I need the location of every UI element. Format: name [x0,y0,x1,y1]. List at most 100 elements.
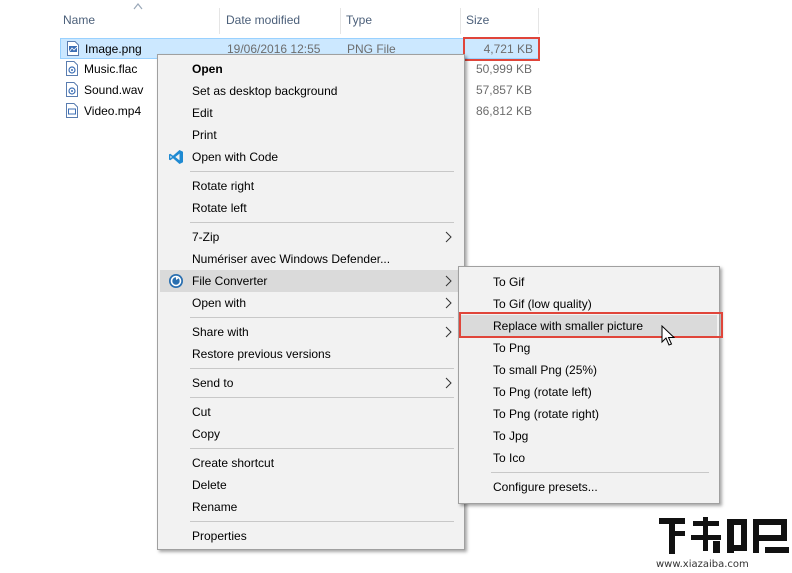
menu-separator [491,472,709,473]
menu-item-label: Open with [192,296,247,310]
submenu-item-to-jpg[interactable]: To Jpg [461,425,717,447]
menu-item-7zip[interactable]: 7-Zip [160,226,462,248]
watermark-url: www.xiazaiba.com [656,559,749,570]
audio-file-icon [66,61,78,76]
menu-item-label: To Jpg [493,429,529,443]
chevron-right-icon [445,231,452,243]
menu-item-windows-defender[interactable]: Numériser avec Windows Defender... [160,248,462,270]
menu-item-label: Rotate right [192,179,255,193]
file-name[interactable]: Video.mp4 [84,104,141,118]
file-size: 50,999 KB [475,62,532,76]
chevron-right-icon [445,377,452,389]
menu-item-share-with[interactable]: Share with [160,321,462,343]
watermark-logo [659,517,789,554]
menu-item-file-converter[interactable]: File Converter [160,270,462,292]
menu-item-label: Rename [192,500,238,514]
submenu-item-to-png-rotate-left[interactable]: To Png (rotate left) [461,381,717,403]
chevron-right-icon [445,297,452,309]
column-divider[interactable] [460,8,461,34]
video-file-icon [66,103,78,118]
menu-item-label: Edit [192,106,213,120]
menu-item-rotate-right[interactable]: Rotate right [160,175,462,197]
menu-item-label: File Converter [192,274,268,288]
vscode-icon [169,150,183,164]
menu-item-send-to[interactable]: Send to [160,372,462,394]
menu-item-label: To Ico [493,451,526,465]
menu-item-properties[interactable]: Properties [160,525,462,547]
menu-item-rename[interactable]: Rename [160,496,462,518]
menu-item-label: Numériser avec Windows Defender... [192,252,391,266]
menu-item-label: 7-Zip [192,230,220,244]
menu-item-set-desktop-background[interactable]: Set as desktop background [160,80,462,102]
menu-item-label: Open with Code [192,150,279,164]
submenu-highlight-box [459,312,723,338]
menu-item-delete[interactable]: Delete [160,474,462,496]
menu-item-label: Properties [192,529,247,543]
column-divider[interactable] [538,8,539,34]
menu-item-restore-previous-versions[interactable]: Restore previous versions [160,343,462,365]
column-type[interactable]: Type [346,12,372,34]
file-name[interactable]: Music.flac [84,62,137,76]
column-divider[interactable] [219,8,220,34]
submenu-item-to-png[interactable]: To Png [461,337,717,359]
chevron-right-icon [445,275,452,287]
column-divider[interactable] [340,8,341,34]
menu-separator [190,171,454,172]
file-name[interactable]: Image.png [85,42,142,56]
menu-item-copy[interactable]: Copy [160,423,462,445]
file-size: 57,857 KB [475,83,532,97]
menu-item-open[interactable]: Open [160,58,462,80]
menu-item-label: Create shortcut [192,456,275,470]
menu-item-label: Rotate left [192,201,247,215]
menu-item-label: Cut [192,405,211,419]
menu-separator [190,521,454,522]
menu-item-cut[interactable]: Cut [160,401,462,423]
menu-separator [190,397,454,398]
menu-separator [190,368,454,369]
menu-separator [190,222,454,223]
submenu-item-configure-presets[interactable]: Configure presets... [461,476,717,498]
menu-item-open-with-code[interactable]: Open with Code [160,146,462,168]
submenu-item-to-png-rotate-right[interactable]: To Png (rotate right) [461,403,717,425]
menu-separator [190,448,454,449]
menu-item-label: Send to [192,376,234,390]
menu-item-label: To Gif (low quality) [493,297,592,311]
column-size[interactable]: Size [466,12,489,34]
menu-item-open-with[interactable]: Open with [160,292,462,314]
menu-item-label: To Gif [493,275,525,289]
menu-item-print[interactable]: Print [160,124,462,146]
file-size: 86,812 KB [475,104,532,118]
menu-item-edit[interactable]: Edit [160,102,462,124]
menu-item-label: To Png [493,341,531,355]
menu-item-label: To Png (rotate left) [493,385,592,399]
submenu-item-to-ico[interactable]: To Ico [461,447,717,469]
column-date-modified[interactable]: Date modified [226,12,300,34]
menu-item-label: Open [192,62,223,76]
submenu-item-to-small-png[interactable]: To small Png (25%) [461,359,717,381]
menu-item-label: Share with [192,325,249,339]
menu-separator [190,317,454,318]
menu-item-label: To Png (rotate right) [493,407,600,421]
file-converter-icon [169,274,183,288]
column-name[interactable]: Name [63,12,95,34]
menu-item-label: Set as desktop background [192,84,338,98]
size-highlight-box [463,37,540,61]
menu-item-label: Restore previous versions [192,347,331,361]
menu-item-label: Delete [192,478,227,492]
menu-item-label: Configure presets... [493,480,598,494]
watermark: www.xiazaiba.com [655,515,792,573]
submenu-item-to-gif[interactable]: To Gif [461,271,717,293]
menu-item-label: Copy [192,427,221,441]
chevron-right-icon [445,326,452,338]
sort-ascending-icon[interactable] [133,2,143,10]
menu-item-rotate-left[interactable]: Rotate left [160,197,462,219]
image-file-icon [67,41,79,56]
menu-item-label: To small Png (25%) [493,363,598,377]
menu-item-create-shortcut[interactable]: Create shortcut [160,452,462,474]
audio-file-icon [66,82,78,97]
mouse-pointer-icon [661,325,675,346]
menu-item-label: Print [192,128,217,142]
file-converter-submenu: To Gif To Gif (low quality) Replace with… [458,266,720,504]
context-menu: Open Set as desktop background Edit Prin… [157,54,465,550]
file-name[interactable]: Sound.wav [84,83,143,97]
